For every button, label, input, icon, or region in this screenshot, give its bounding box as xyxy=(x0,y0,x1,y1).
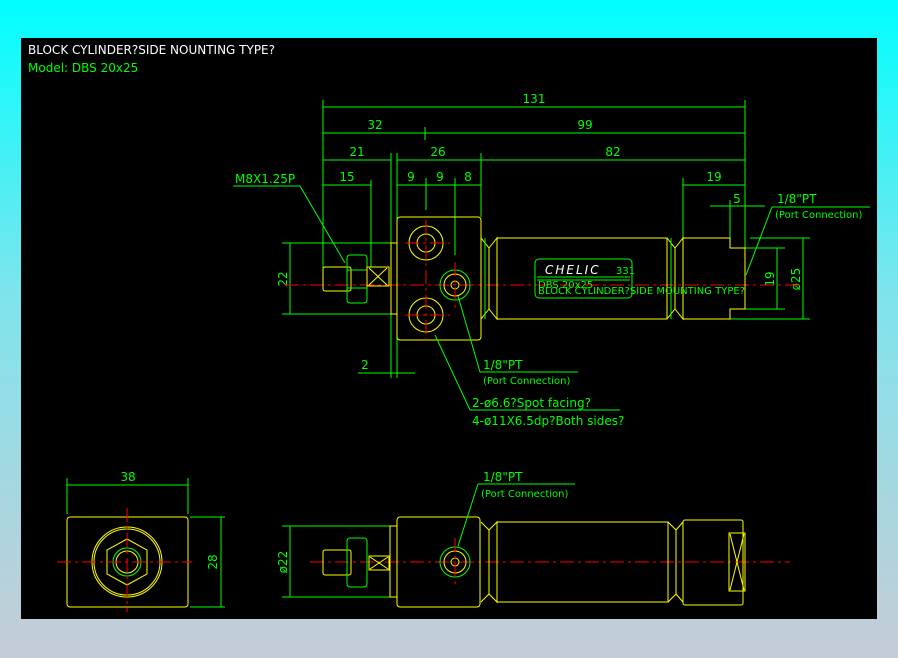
port-label-right: 1/8"PT xyxy=(777,192,817,206)
port-sub-right: (Port Connection) xyxy=(775,210,862,221)
hole-note-2: 4-ø11X6.5dp?Both sides? xyxy=(472,414,624,428)
port-sub: (Port Connection) xyxy=(483,376,570,387)
dim-38: 38 xyxy=(120,470,135,484)
nameplate-code: 331 xyxy=(616,266,635,277)
dim-21: 21 xyxy=(349,145,364,159)
dim-32: 32 xyxy=(367,118,382,132)
port-label: 1/8"PT xyxy=(483,358,523,372)
side-port-sub: (Port Connection) xyxy=(481,489,568,500)
dim-82: 82 xyxy=(605,145,620,159)
nameplate-desc: BLOCK CYLINDER?SIDE MOUNTING TYPE? xyxy=(538,286,745,297)
dim-dia-22: ø22 xyxy=(276,551,290,574)
dim-9a: 9 xyxy=(407,170,415,184)
side-port-label: 1/8"PT xyxy=(483,470,523,484)
drawing-canvas xyxy=(21,38,877,619)
dim-22: 22 xyxy=(276,271,290,286)
hole-note-1: 2-ø6.6?Spot facing? xyxy=(472,396,591,410)
cad-drawing: BLOCK CYLINDER?SIDE NOUNTING TYPE? Model… xyxy=(21,38,877,619)
dim-28: 28 xyxy=(206,554,220,569)
model-label: Model: DBS 20x25 xyxy=(28,61,138,75)
dim-15: 15 xyxy=(339,170,354,184)
dim-19-vertical: 19 xyxy=(763,271,777,286)
dim-19: 19 xyxy=(706,170,721,184)
dim-2: 2 xyxy=(361,358,369,372)
dim-131: 131 xyxy=(523,92,546,106)
dim-9b: 9 xyxy=(436,170,444,184)
dim-99: 99 xyxy=(577,118,592,132)
brand-logo: CHELIC xyxy=(545,263,601,277)
thread-spec: M8X1.25P xyxy=(235,172,295,186)
drawing-title: BLOCK CYLINDER?SIDE NOUNTING TYPE? xyxy=(28,43,275,57)
dim-5: 5 xyxy=(733,192,741,206)
dim-8: 8 xyxy=(464,170,472,184)
dim-dia-25: ø25 xyxy=(789,268,803,291)
dim-26: 26 xyxy=(430,145,445,159)
